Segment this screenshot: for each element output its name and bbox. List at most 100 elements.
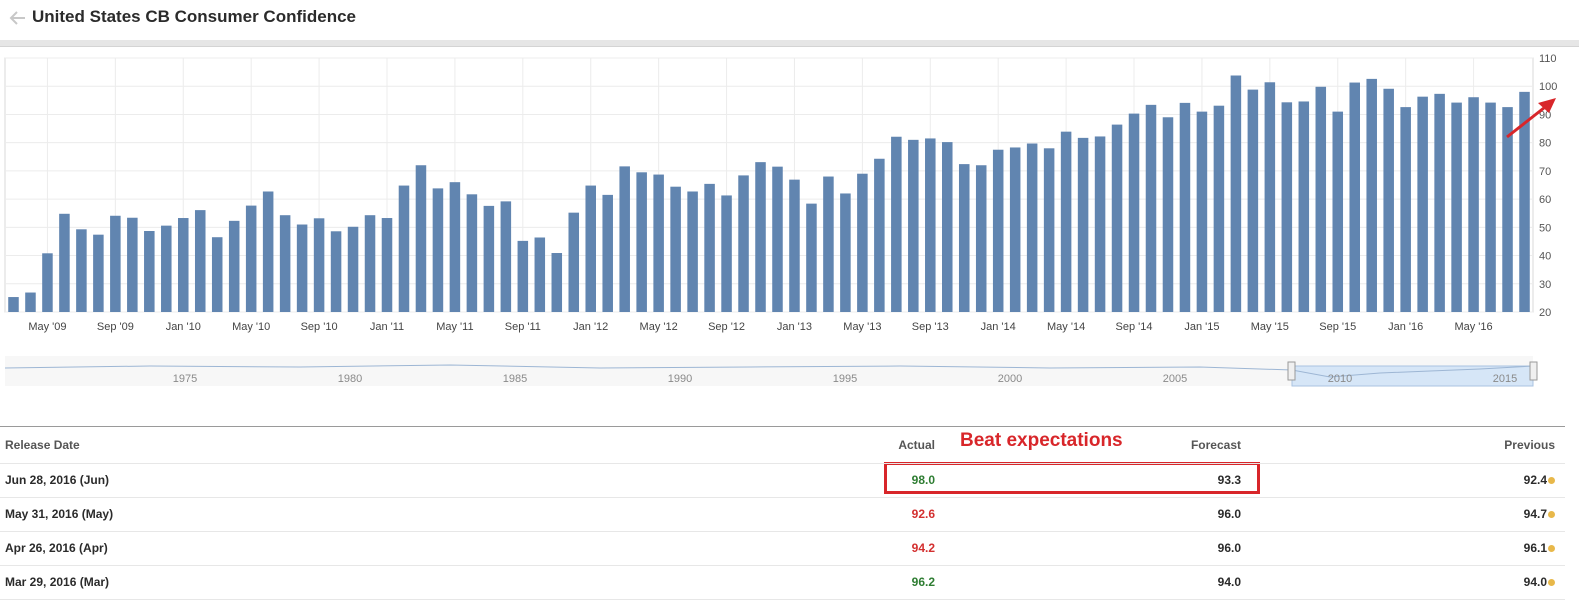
- bar[interactable]: [415, 165, 427, 312]
- bar[interactable]: [738, 175, 749, 312]
- bar[interactable]: [1349, 82, 1360, 312]
- bar[interactable]: [110, 215, 121, 312]
- bar[interactable]: [1366, 78, 1377, 312]
- bar[interactable]: [1485, 102, 1496, 312]
- bar[interactable]: [1060, 131, 1072, 312]
- bar[interactable]: [279, 215, 291, 312]
- bar[interactable]: [636, 172, 647, 312]
- bar[interactable]: [59, 213, 70, 312]
- bar[interactable]: [857, 173, 868, 312]
- bar[interactable]: [551, 253, 563, 312]
- header-previous[interactable]: Previous: [1504, 427, 1555, 463]
- bar[interactable]: [789, 179, 800, 312]
- bar[interactable]: [313, 218, 325, 312]
- bar[interactable]: [687, 191, 698, 312]
- bar[interactable]: [517, 240, 529, 312]
- bar[interactable]: [704, 183, 715, 312]
- bar[interactable]: [585, 185, 596, 312]
- bar[interactable]: [1179, 102, 1191, 312]
- bar[interactable]: [8, 297, 19, 312]
- bar[interactable]: [93, 234, 104, 312]
- bar[interactable]: [1145, 104, 1157, 312]
- bar[interactable]: [1162, 117, 1174, 313]
- bar[interactable]: [958, 164, 970, 312]
- bar[interactable]: [619, 166, 630, 312]
- bar[interactable]: [1332, 111, 1344, 312]
- bar[interactable]: [1417, 96, 1428, 312]
- bar[interactable]: [1043, 148, 1055, 312]
- bar[interactable]: [602, 194, 613, 312]
- bar[interactable]: [262, 191, 274, 312]
- bar[interactable]: [1247, 89, 1259, 312]
- bar[interactable]: [296, 224, 308, 312]
- bar[interactable]: [466, 194, 478, 312]
- header-actual[interactable]: Actual: [898, 427, 935, 463]
- bar[interactable]: [245, 205, 257, 312]
- bar[interactable]: [432, 188, 444, 312]
- bar[interactable]: [568, 212, 580, 312]
- bar[interactable]: [992, 149, 1004, 312]
- header-release-date[interactable]: Release Date: [5, 427, 80, 463]
- bar[interactable]: [144, 231, 155, 312]
- bar[interactable]: [806, 203, 817, 312]
- header-forecast[interactable]: Forecast: [1191, 427, 1241, 463]
- bar[interactable]: [823, 176, 834, 312]
- bar[interactable]: [721, 195, 732, 312]
- bar[interactable]: [1213, 105, 1225, 312]
- bar[interactable]: [364, 215, 376, 312]
- bar[interactable]: [840, 193, 851, 312]
- bar[interactable]: [127, 217, 138, 312]
- navigator-handle-left[interactable]: [1287, 361, 1296, 381]
- bar[interactable]: [381, 218, 393, 312]
- navigator-year-label: 1995: [833, 373, 857, 385]
- bar[interactable]: [1468, 97, 1479, 313]
- bar[interactable]: [194, 210, 206, 312]
- bar[interactable]: [1383, 88, 1394, 312]
- bar[interactable]: [772, 166, 783, 312]
- back-arrow-icon[interactable]: [8, 8, 28, 28]
- bar[interactable]: [975, 165, 987, 312]
- bar[interactable]: [755, 162, 766, 312]
- bar[interactable]: [1298, 101, 1310, 312]
- bar[interactable]: [500, 201, 512, 312]
- bar[interactable]: [347, 226, 359, 312]
- bar[interactable]: [1400, 107, 1411, 313]
- bar[interactable]: [1094, 136, 1106, 312]
- navigator-handle-right[interactable]: [1529, 361, 1538, 381]
- bar[interactable]: [1009, 147, 1021, 312]
- bar[interactable]: [228, 220, 240, 312]
- bar[interactable]: [178, 218, 189, 312]
- bar[interactable]: [1451, 102, 1462, 312]
- bar[interactable]: [1196, 111, 1208, 312]
- bar[interactable]: [483, 205, 495, 312]
- bar[interactable]: [25, 292, 36, 312]
- bar[interactable]: [1077, 137, 1089, 312]
- bar[interactable]: [161, 225, 172, 312]
- bar[interactable]: [449, 182, 461, 312]
- bar[interactable]: [398, 185, 410, 312]
- bar[interactable]: [1230, 75, 1242, 313]
- bar[interactable]: [42, 253, 53, 312]
- bar[interactable]: [908, 139, 919, 312]
- bar[interactable]: [942, 142, 953, 312]
- bar[interactable]: [211, 237, 223, 312]
- bar[interactable]: [653, 174, 664, 312]
- bar[interactable]: [891, 136, 902, 312]
- bar[interactable]: [1434, 93, 1445, 312]
- bar[interactable]: [1111, 124, 1123, 312]
- bar[interactable]: [1315, 86, 1327, 312]
- navigator[interactable]: 1975 1980 1985 1990 1995 2000 2005 2010 2015: [4, 356, 1538, 387]
- bar[interactable]: [1281, 102, 1293, 312]
- bar[interactable]: [330, 231, 342, 312]
- bar[interactable]: [76, 229, 87, 312]
- bar[interactable]: [1128, 113, 1140, 312]
- bar[interactable]: [534, 237, 546, 312]
- bar[interactable]: [1264, 82, 1276, 312]
- bar[interactable]: [670, 186, 681, 312]
- bar[interactable]: [1502, 107, 1513, 313]
- bar[interactable]: [1026, 143, 1038, 312]
- bar[interactable]: [874, 158, 885, 312]
- bar[interactable]: [925, 138, 936, 312]
- actual-value: 92.6: [911, 507, 935, 521]
- forecast-value: 96.0: [1217, 507, 1241, 521]
